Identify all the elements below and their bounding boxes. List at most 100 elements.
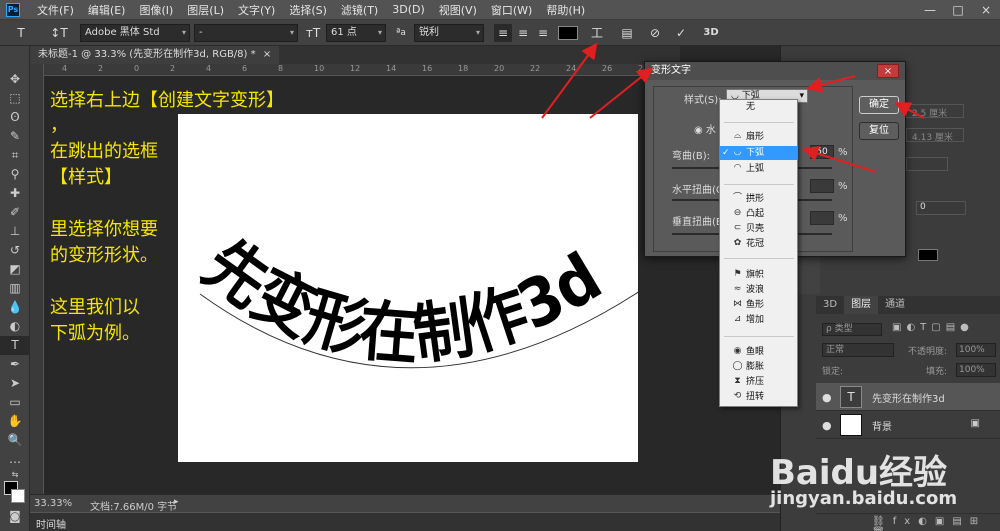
reset-button[interactable]: 复位	[859, 122, 899, 140]
quick-select-icon[interactable]: ✎	[0, 127, 30, 146]
font-style-select[interactable]: - ▾	[194, 24, 298, 42]
style-option-fisheye[interactable]: ◉ 鱼眼	[720, 345, 797, 359]
close-tab-icon[interactable]: ×	[263, 49, 271, 60]
lasso-tool-icon[interactable]: ʘ	[0, 108, 30, 127]
create-warped-text-icon[interactable]: 工	[588, 24, 606, 42]
quick-mask-icon[interactable]: ◙	[0, 507, 30, 526]
maximize-button[interactable]: □	[944, 0, 972, 20]
panel-color-swatch[interactable]	[918, 249, 938, 261]
style-option-shell[interactable]: ⊂ 贝壳	[720, 222, 797, 236]
h-distort-field[interactable]	[810, 179, 834, 193]
panel-select[interactable]	[906, 157, 948, 171]
commit-icon[interactable]: ✓	[672, 24, 690, 42]
warped-text-layer[interactable]: 先变形在制作3d	[178, 114, 644, 462]
font-size-select[interactable]: 61 点 ▾	[326, 24, 386, 42]
type-tool-icon[interactable]: T	[0, 336, 30, 355]
path-select-icon[interactable]: ➤	[0, 374, 30, 393]
style-option-fish[interactable]: ⋈ 鱼形	[720, 298, 797, 312]
font-family-select[interactable]: Adobe 黑体 Std ▾	[80, 24, 190, 42]
menu-select[interactable]: 选择(S)	[282, 2, 334, 18]
minimize-button[interactable]: —	[916, 0, 944, 20]
toggle-orientation-icon[interactable]: ↕T	[50, 24, 68, 42]
anti-alias-select[interactable]: 锐利 ▾	[414, 24, 484, 42]
document-tab[interactable]: 未标题-1 @ 33.3% (先变形在制作3d, RGB/8) * ×	[30, 46, 280, 64]
y-field[interactable]	[906, 128, 964, 142]
ok-button[interactable]: 确定	[859, 96, 899, 114]
character-panel-icon[interactable]: ▤	[618, 24, 636, 42]
align-left-icon[interactable]: ≡	[494, 24, 512, 42]
shape-tool-icon[interactable]: ▭	[0, 393, 30, 412]
zoom-level[interactable]: 33.33%	[34, 498, 72, 509]
background-color[interactable]	[11, 489, 25, 503]
menu-3d[interactable]: 3D(D)	[385, 3, 432, 16]
move-tool-icon[interactable]: ✥	[0, 70, 30, 89]
more-tools-icon[interactable]: …	[0, 450, 30, 469]
style-option-arc-upper[interactable]: ◠ 上弧	[720, 162, 797, 176]
horizontal-radio[interactable]: ◉ 水	[694, 121, 716, 136]
blur-icon[interactable]: 💧	[0, 298, 30, 317]
dodge-icon[interactable]: ◐	[0, 317, 30, 336]
menu-view[interactable]: 视图(V)	[432, 2, 484, 18]
menu-image[interactable]: 图像(I)	[132, 2, 180, 18]
fill-field[interactable]: 100%	[956, 363, 996, 377]
align-right-icon[interactable]: ≡	[534, 24, 552, 42]
status-arrow-icon[interactable]: ▸	[174, 497, 179, 507]
style-option-flag[interactable]: ⚑ 旗帜	[720, 268, 797, 282]
eyedropper-icon[interactable]: ⚲	[0, 165, 30, 184]
layers-footer-icons[interactable]: ⛓fx◐▣▤⊞🗑	[872, 516, 1000, 531]
style-option-squeeze[interactable]: ⧗ 挤压	[720, 375, 797, 389]
menu-type[interactable]: 文字(Y)	[231, 2, 282, 18]
document-canvas[interactable]: 先变形在制作3d	[178, 114, 644, 462]
visibility-eye-icon[interactable]: ●	[822, 391, 832, 404]
layer-name[interactable]: 背景	[872, 418, 892, 433]
style-option-inflate[interactable]: ◯ 膨胀	[720, 360, 797, 374]
screen-mode-icon[interactable]: ▣	[0, 526, 30, 531]
v-distort-field[interactable]	[810, 211, 834, 225]
close-window-button[interactable]: ×	[972, 0, 1000, 20]
layer-filter-icons[interactable]: ▣◐T▢▤●	[892, 322, 974, 333]
style-option-twist[interactable]: ⟲ 扭转	[720, 390, 797, 404]
eraser-icon[interactable]: ◩	[0, 260, 30, 279]
menu-filter[interactable]: 滤镜(T)	[334, 2, 385, 18]
tab-layers[interactable]: 图层	[844, 296, 879, 314]
visibility-eye-icon[interactable]: ●	[822, 419, 832, 432]
style-option-arc[interactable]: ⌓ 扇形	[720, 130, 797, 144]
menu-help[interactable]: 帮助(H)	[539, 2, 592, 18]
menu-edit[interactable]: 编辑(E)	[81, 2, 133, 18]
layer-row-text[interactable]: ● T 先变形在制作3d	[816, 383, 1000, 411]
style-option-arch[interactable]: ⌒ 拱形	[720, 192, 797, 206]
menu-file[interactable]: 文件(F)	[30, 2, 81, 18]
zoom-tool-icon[interactable]: 🔍	[0, 431, 30, 450]
tab-3d[interactable]: 3D	[816, 296, 844, 314]
align-center-icon[interactable]: ≡	[514, 24, 532, 42]
tab-channels[interactable]: 通道	[878, 296, 912, 314]
clone-stamp-icon[interactable]: ⊥	[0, 222, 30, 241]
layer-name[interactable]: 先变形在制作3d	[872, 390, 945, 405]
swap-colors-icon[interactable]: ⇆	[0, 469, 30, 481]
style-option-bulge[interactable]: ⊖ 凸起	[720, 207, 797, 221]
style-option-rise[interactable]: ⊿ 增加	[720, 313, 797, 327]
color-swatches[interactable]	[0, 481, 30, 507]
opacity-field[interactable]: 100%	[956, 343, 996, 357]
blend-mode-select[interactable]: 正常	[822, 343, 894, 357]
gradient-icon[interactable]: ▥	[0, 279, 30, 298]
dialog-close-button[interactable]: ×	[877, 64, 899, 78]
kind-filter-select[interactable]: ρ 类型	[822, 323, 882, 336]
brush-tool-icon[interactable]: ✐	[0, 203, 30, 222]
timeline-label[interactable]: 时间轴	[36, 516, 66, 531]
history-brush-icon[interactable]: ↺	[0, 241, 30, 260]
style-option-flower[interactable]: ✿ 花冠	[720, 237, 797, 251]
crop-tool-icon[interactable]: ⌗	[0, 146, 30, 165]
3d-button[interactable]: 3D	[702, 24, 720, 42]
layer-row-background[interactable]: ● 背景 ▣	[816, 411, 1000, 439]
bend-value-field[interactable]: -50	[810, 145, 834, 159]
pen-tool-icon[interactable]: ✒	[0, 355, 30, 374]
hand-tool-icon[interactable]: ✋	[0, 412, 30, 431]
cancel-icon[interactable]: ⊘	[646, 24, 664, 42]
panel-value-field[interactable]: 0	[916, 201, 966, 215]
healing-brush-icon[interactable]: ✚	[0, 184, 30, 203]
style-option-wave[interactable]: ≈ 波浪	[720, 283, 797, 297]
marquee-tool-icon[interactable]: ⬚	[0, 89, 30, 108]
style-option-arc-lower[interactable]: ✓ ◡ 下弧	[720, 146, 797, 160]
menu-layer[interactable]: 图层(L)	[180, 2, 231, 18]
